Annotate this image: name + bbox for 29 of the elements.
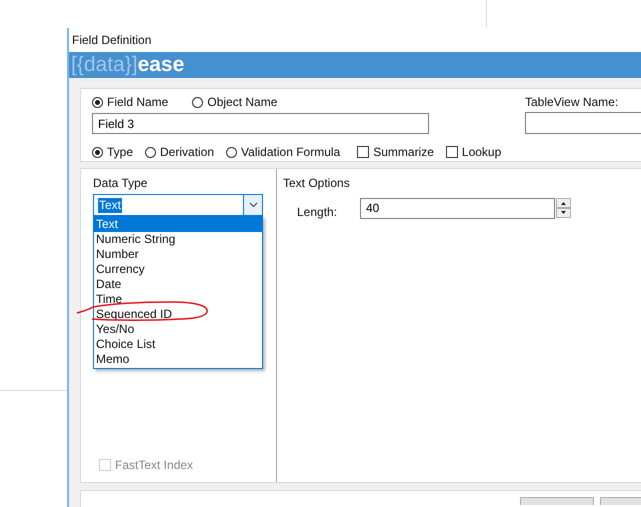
checkbox-option[interactable]: Summarize	[357, 145, 434, 159]
length-field[interactable]: 40	[360, 198, 555, 218]
radio-option[interactable]: Type	[92, 145, 134, 159]
logo: [{data}]ease	[71, 53, 184, 77]
group-label: Text Options	[283, 175, 351, 191]
name-field[interactable]: Field 3	[92, 113, 429, 134]
dropdown-option[interactable]: Time	[94, 292, 262, 307]
dropdown-option[interactable]: Sequenced ID	[94, 307, 262, 322]
radio-option[interactable]: Derivation	[145, 145, 214, 159]
field-label: Length:	[297, 205, 338, 219]
dropdown-option[interactable]: Memo	[94, 352, 262, 367]
radio-option[interactable]: Object Name	[192, 94, 278, 110]
chevron-down-icon[interactable]	[243, 195, 262, 215]
spinner[interactable]	[556, 198, 571, 218]
field-label: TableView Name:	[525, 94, 620, 110]
dropdown-option[interactable]: Currency	[94, 262, 262, 277]
group-label: Data Type	[93, 175, 148, 191]
tableview-field[interactable]	[525, 112, 641, 134]
dropdown-option[interactable]: Text	[94, 217, 262, 232]
window-title: Field Definition	[69, 28, 641, 52]
dropdown-option[interactable]: Date	[94, 277, 262, 292]
radio-option[interactable]: Validation Formula	[226, 145, 340, 159]
dropdown-option[interactable]: Numeric String	[94, 232, 262, 247]
dropdown-option[interactable]: Choice List	[94, 337, 262, 352]
dropdown-option[interactable]: Yes/No	[94, 322, 262, 337]
data-type-dropdown[interactable]: Text	[93, 194, 263, 216]
radio-option[interactable]: Field Name	[92, 94, 168, 110]
checkbox-option[interactable]: Lookup	[446, 145, 502, 159]
dropdown-option[interactable]: Number	[94, 247, 262, 262]
